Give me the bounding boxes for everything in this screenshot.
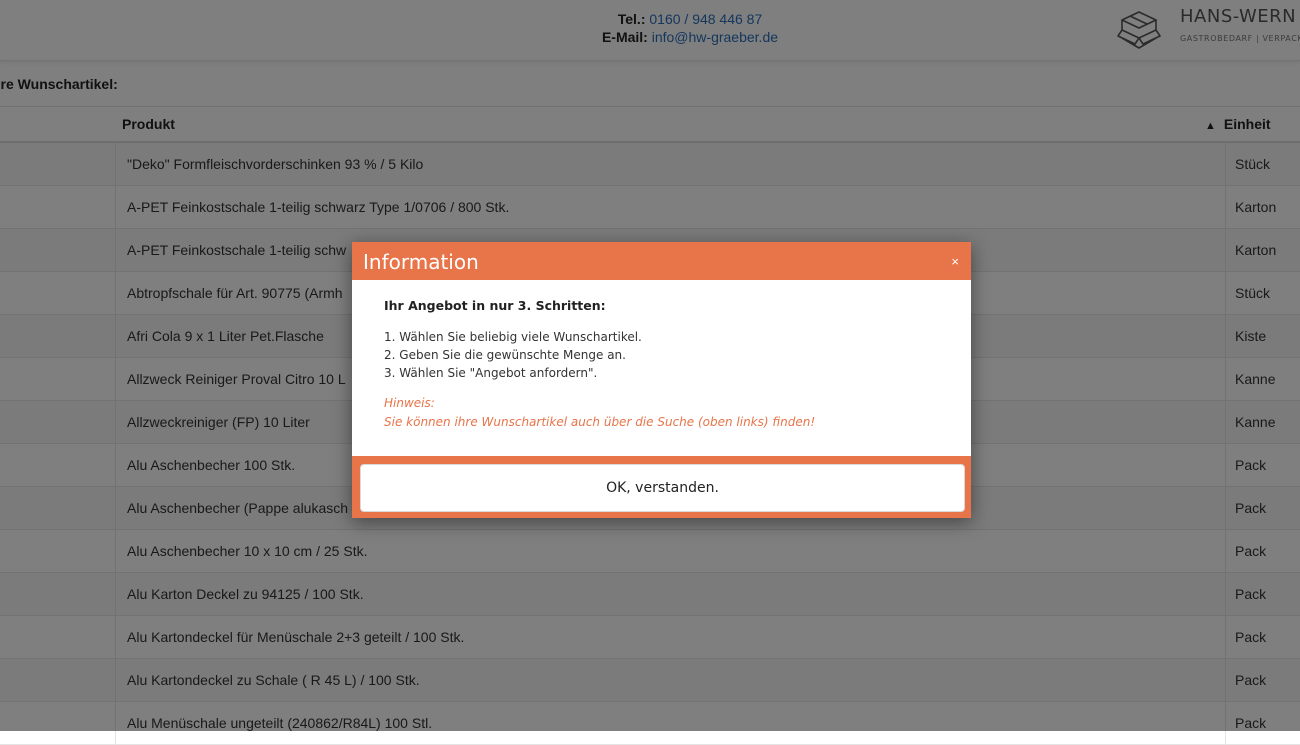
step-item: 2. Geben Sie die gewünschte Menge an. <box>384 348 626 362</box>
hint-note: Hinweis: Sie können ihre Wunschartikel a… <box>384 394 815 432</box>
hint-label: Hinweis: <box>384 396 435 410</box>
dialog-heading: Ihr Angebot in nur 3. Schritten: <box>384 298 606 313</box>
ok-button[interactable]: OK, verstanden. <box>360 464 965 512</box>
close-icon[interactable]: × <box>951 254 959 269</box>
steps-list: 1. Wählen Sie beliebig viele Wunschartik… <box>384 328 642 382</box>
step-item: 1. Wählen Sie beliebig viele Wunschartik… <box>384 330 642 344</box>
step-item: 3. Wählen Sie "Angebot anfordern". <box>384 366 598 380</box>
dialog-title: Information <box>363 250 479 274</box>
info-dialog: Information × Ihr Angebot in nur 3. Schr… <box>352 242 971 518</box>
hint-text: Sie können ihre Wunschartikel auch über … <box>384 415 816 429</box>
dialog-body: Ihr Angebot in nur 3. Schritten: 1. Wähl… <box>352 280 971 456</box>
